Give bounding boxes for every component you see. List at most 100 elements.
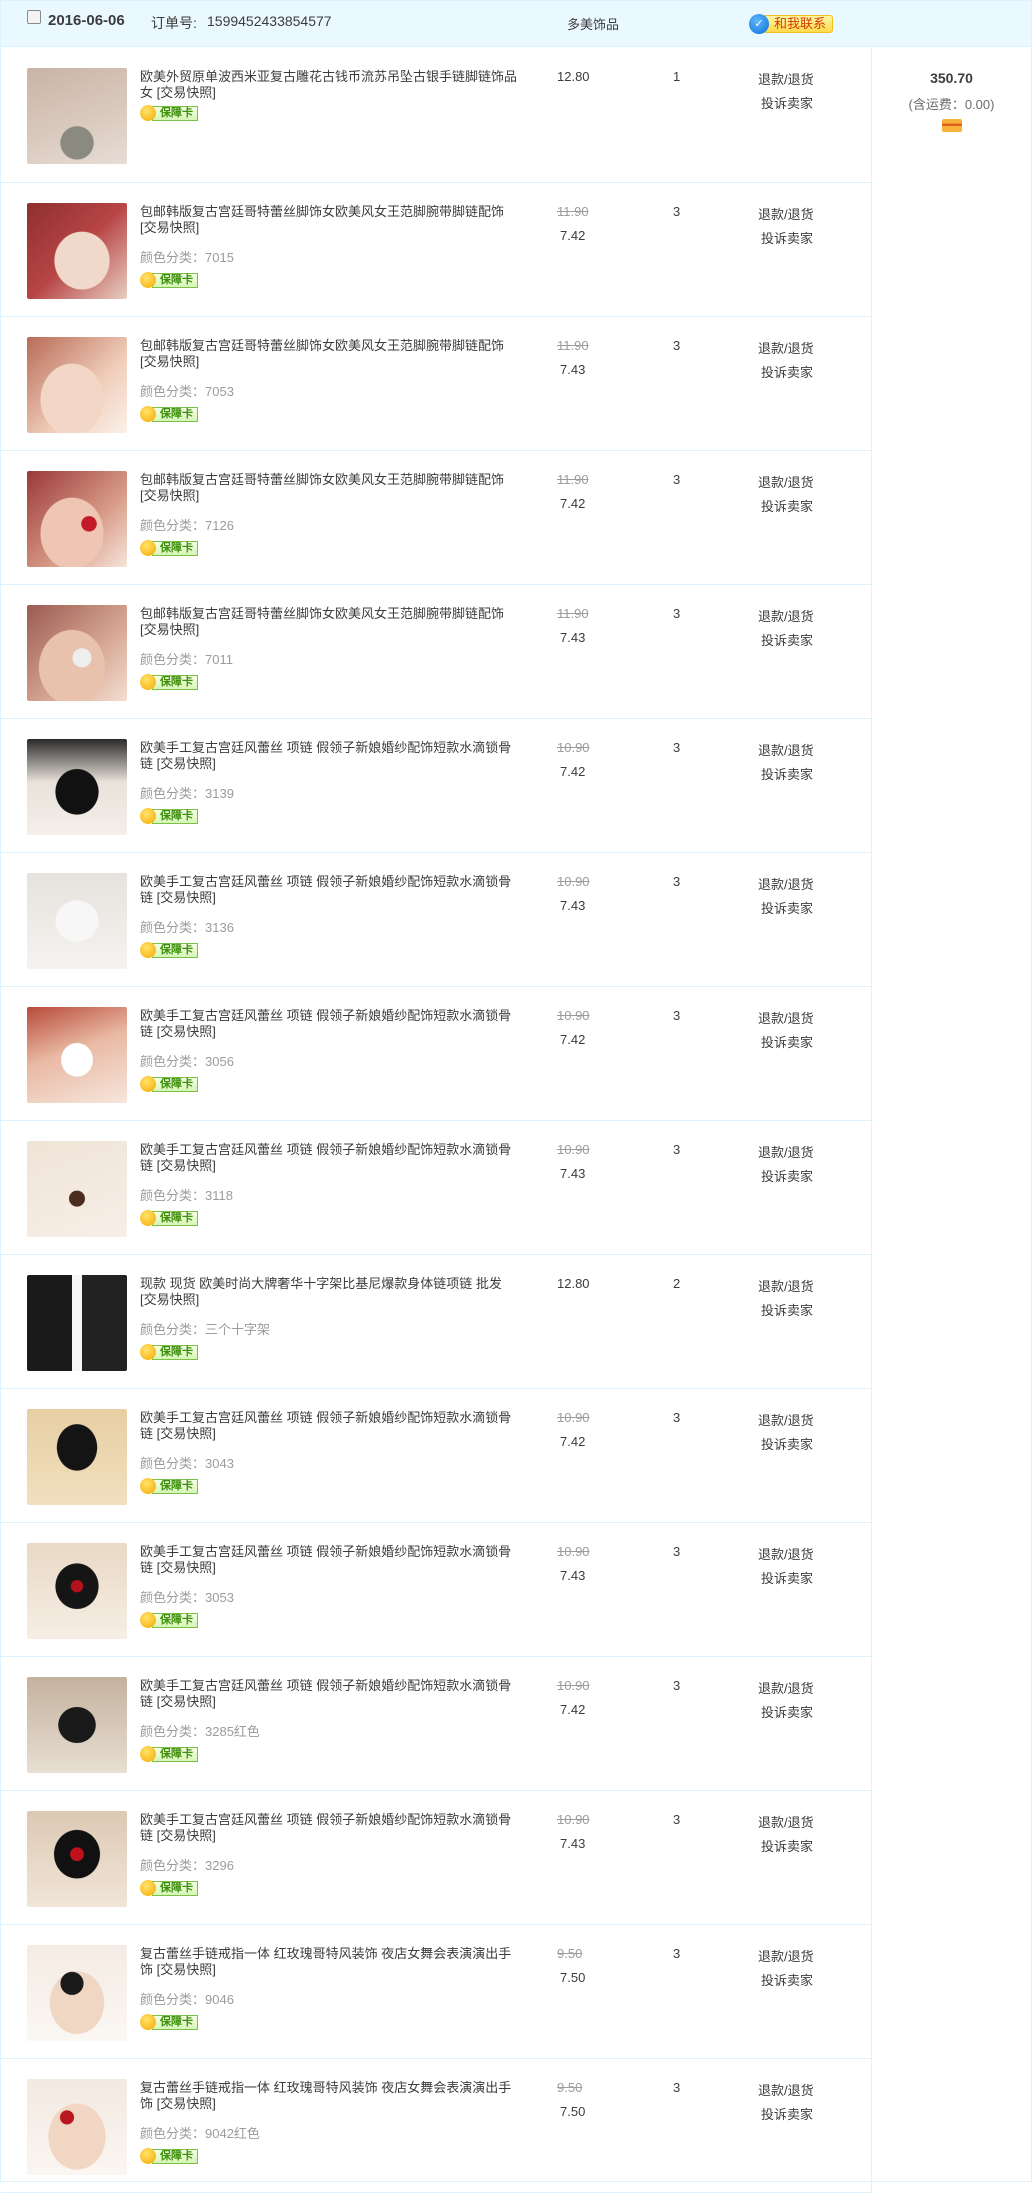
product-sku: 颜色分类：7011 [140, 652, 233, 667]
unit-price: 12.80 [557, 1276, 590, 1291]
guarantee-coin-icon [140, 1344, 156, 1360]
product-thumbnail[interactable] [27, 1141, 127, 1237]
product-thumbnail[interactable] [27, 605, 127, 701]
product-thumbnail[interactable] [27, 1007, 127, 1103]
refund-return-link[interactable]: 退款/退货 [758, 1276, 814, 1295]
complain-seller-link[interactable]: 投诉卖家 [761, 1032, 813, 1051]
original-price: 10.90 [557, 874, 590, 889]
product-thumbnail[interactable] [27, 739, 127, 835]
guarantee-card-badge[interactable]: 保障卡 [140, 1477, 198, 1495]
guarantee-card-label: 保障卡 [152, 1210, 198, 1226]
product-title-link[interactable]: 包邮韩版复古宫廷哥特蕾丝脚饰女欧美风女王范脚腕带脚链配饰 [交易快照] [140, 606, 520, 638]
guarantee-card-badge[interactable]: 保障卡 [140, 941, 198, 959]
shop-name-link[interactable]: 多美饰品 [567, 14, 619, 33]
product-title-link[interactable]: 欧美手工复古宫廷风蕾丝 项链 假领子新娘婚纱配饰短款水滴锁骨链 [交易快照] [140, 874, 520, 906]
complain-seller-link[interactable]: 投诉卖家 [761, 1702, 813, 1721]
product-sku: 颜色分类：7053 [140, 384, 234, 399]
guarantee-card-badge[interactable]: 保障卡 [140, 1343, 198, 1361]
product-title-link[interactable]: 包邮韩版复古宫廷哥特蕾丝脚饰女欧美风女王范脚腕带脚链配饰 [交易快照] [140, 338, 520, 370]
complain-seller-link[interactable]: 投诉卖家 [761, 496, 813, 515]
item-quantity: 3 [673, 1544, 681, 1559]
complain-seller-link[interactable]: 投诉卖家 [761, 1434, 813, 1453]
product-title-link[interactable]: 包邮韩版复古宫廷哥特蕾丝脚饰女欧美风女王范脚腕带脚链配饰 [交易快照] [140, 204, 520, 236]
product-title-link[interactable]: 复古蕾丝手链戒指一体 红玫瑰哥特风装饰 夜店女舞会表演演出手饰 [交易快照] [140, 2080, 520, 2112]
refund-return-link[interactable]: 退款/退货 [758, 1410, 814, 1429]
product-title-link[interactable]: 欧美手工复古宫廷风蕾丝 项链 假领子新娘婚纱配饰短款水滴锁骨链 [交易快照] [140, 1544, 520, 1576]
product-title-link[interactable]: 现款 现货 欧美时尚大牌奢华十字架比基尼爆款身体链项链 批发 [交易快照] [140, 1276, 520, 1308]
original-price: 11.90 [557, 338, 589, 353]
product-title-link[interactable]: 欧美手工复古宫廷风蕾丝 项链 假领子新娘婚纱配饰短款水滴锁骨链 [交易快照] [140, 1678, 520, 1710]
order-item-row: 欧美外贸原单波西米亚复古雕花古钱币流苏吊坠古银手链脚链饰品女 [交易快照] 保障卡… [1, 48, 872, 183]
product-title-link[interactable]: 欧美手工复古宫廷风蕾丝 项链 假领子新娘婚纱配饰短款水滴锁骨链 [交易快照] [140, 1008, 520, 1040]
product-title-link[interactable]: 欧美手工复古宫廷风蕾丝 项链 假领子新娘婚纱配饰短款水滴锁骨链 [交易快照] [140, 740, 520, 772]
guarantee-card-badge[interactable]: 保障卡 [140, 1745, 198, 1763]
guarantee-card-badge[interactable]: 保障卡 [140, 1879, 198, 1897]
refund-return-link[interactable]: 退款/退货 [758, 1946, 814, 1965]
product-title-link[interactable]: 欧美手工复古宫廷风蕾丝 项链 假领子新娘婚纱配饰短款水滴锁骨链 [交易快照] [140, 1812, 520, 1844]
refund-return-link[interactable]: 退款/退货 [758, 69, 814, 88]
refund-return-link[interactable]: 退款/退货 [758, 1678, 814, 1697]
refund-return-link[interactable]: 退款/退货 [758, 1544, 814, 1563]
refund-return-link[interactable]: 退款/退货 [758, 338, 814, 357]
product-thumbnail[interactable] [27, 1677, 127, 1773]
guarantee-card-badge[interactable]: 保障卡 [140, 1075, 198, 1093]
contact-seller-button[interactable]: ✓ 和我联系 [749, 14, 834, 34]
guarantee-card-badge[interactable]: 保障卡 [140, 539, 198, 557]
product-thumbnail[interactable] [27, 337, 127, 433]
product-thumbnail[interactable] [27, 68, 127, 164]
product-thumbnail[interactable] [27, 1811, 127, 1907]
refund-return-link[interactable]: 退款/退货 [758, 472, 814, 491]
refund-return-link[interactable]: 退款/退货 [758, 1812, 814, 1831]
order-select-checkbox[interactable] [27, 10, 41, 24]
complain-seller-link[interactable]: 投诉卖家 [761, 228, 813, 247]
guarantee-card-badge[interactable]: 保障卡 [140, 2147, 198, 2165]
complain-seller-link[interactable]: 投诉卖家 [761, 93, 813, 112]
guarantee-card-badge[interactable]: 保障卡 [140, 2013, 198, 2031]
refund-return-link[interactable]: 退款/退货 [758, 740, 814, 759]
guarantee-coin-icon [140, 1210, 156, 1226]
complain-seller-link[interactable]: 投诉卖家 [761, 764, 813, 783]
order-item-row: 欧美手工复古宫廷风蕾丝 项链 假领子新娘婚纱配饰短款水滴锁骨链 [交易快照] 颜色… [1, 1121, 872, 1255]
refund-return-link[interactable]: 退款/退货 [758, 606, 814, 625]
guarantee-card-label: 保障卡 [152, 1746, 198, 1762]
refund-return-link[interactable]: 退款/退货 [758, 204, 814, 223]
guarantee-card-badge[interactable]: 保障卡 [140, 104, 198, 122]
product-thumbnail[interactable] [27, 2079, 127, 2175]
complain-seller-link[interactable]: 投诉卖家 [761, 630, 813, 649]
guarantee-card-badge[interactable]: 保障卡 [140, 1611, 198, 1629]
product-thumbnail[interactable] [27, 203, 127, 299]
original-price: 10.90 [557, 1678, 590, 1693]
product-title-link[interactable]: 欧美外贸原单波西米亚复古雕花古钱币流苏吊坠古银手链脚链饰品女 [交易快照] [140, 69, 520, 101]
complain-seller-link[interactable]: 投诉卖家 [761, 2104, 813, 2123]
product-title-link[interactable]: 复古蕾丝手链戒指一体 红玫瑰哥特风装饰 夜店女舞会表演演出手饰 [交易快照] [140, 1946, 520, 1978]
complain-seller-link[interactable]: 投诉卖家 [761, 1300, 813, 1319]
product-title-link[interactable]: 欧美手工复古宫廷风蕾丝 项链 假领子新娘婚纱配饰短款水滴锁骨链 [交易快照] [140, 1142, 520, 1174]
complain-seller-link[interactable]: 投诉卖家 [761, 1970, 813, 1989]
refund-return-link[interactable]: 退款/退货 [758, 874, 814, 893]
unit-price: 7.42 [560, 228, 586, 243]
product-thumbnail[interactable] [27, 1543, 127, 1639]
guarantee-card-badge[interactable]: 保障卡 [140, 405, 198, 423]
order-total-amount: 350.70 [930, 70, 973, 86]
product-thumbnail[interactable] [27, 471, 127, 567]
item-quantity: 3 [673, 1946, 681, 1961]
product-thumbnail[interactable] [27, 1409, 127, 1505]
guarantee-card-badge[interactable]: 保障卡 [140, 271, 198, 289]
complain-seller-link[interactable]: 投诉卖家 [761, 1568, 813, 1587]
refund-return-link[interactable]: 退款/退货 [758, 1008, 814, 1027]
refund-return-link[interactable]: 退款/退货 [758, 1142, 814, 1161]
product-thumbnail[interactable] [27, 1945, 127, 2041]
guarantee-card-badge[interactable]: 保障卡 [140, 673, 198, 691]
product-thumbnail[interactable] [27, 873, 127, 969]
product-title-link[interactable]: 欧美手工复古宫廷风蕾丝 项链 假领子新娘婚纱配饰短款水滴锁骨链 [交易快照] [140, 1410, 520, 1442]
complain-seller-link[interactable]: 投诉卖家 [761, 1166, 813, 1185]
product-title-link[interactable]: 包邮韩版复古宫廷哥特蕾丝脚饰女欧美风女王范脚腕带脚链配饰 [交易快照] [140, 472, 520, 504]
guarantee-card-badge[interactable]: 保障卡 [140, 807, 198, 825]
complain-seller-link[interactable]: 投诉卖家 [761, 1836, 813, 1855]
product-thumbnail[interactable] [27, 1275, 127, 1371]
guarantee-card-badge[interactable]: 保障卡 [140, 1209, 198, 1227]
complain-seller-link[interactable]: 投诉卖家 [761, 362, 813, 381]
complain-seller-link[interactable]: 投诉卖家 [761, 898, 813, 917]
order-card: 2016-06-06 订单号: 1599452433854577 多美饰品 ✓ … [0, 0, 1032, 2193]
refund-return-link[interactable]: 退款/退货 [758, 2080, 814, 2099]
